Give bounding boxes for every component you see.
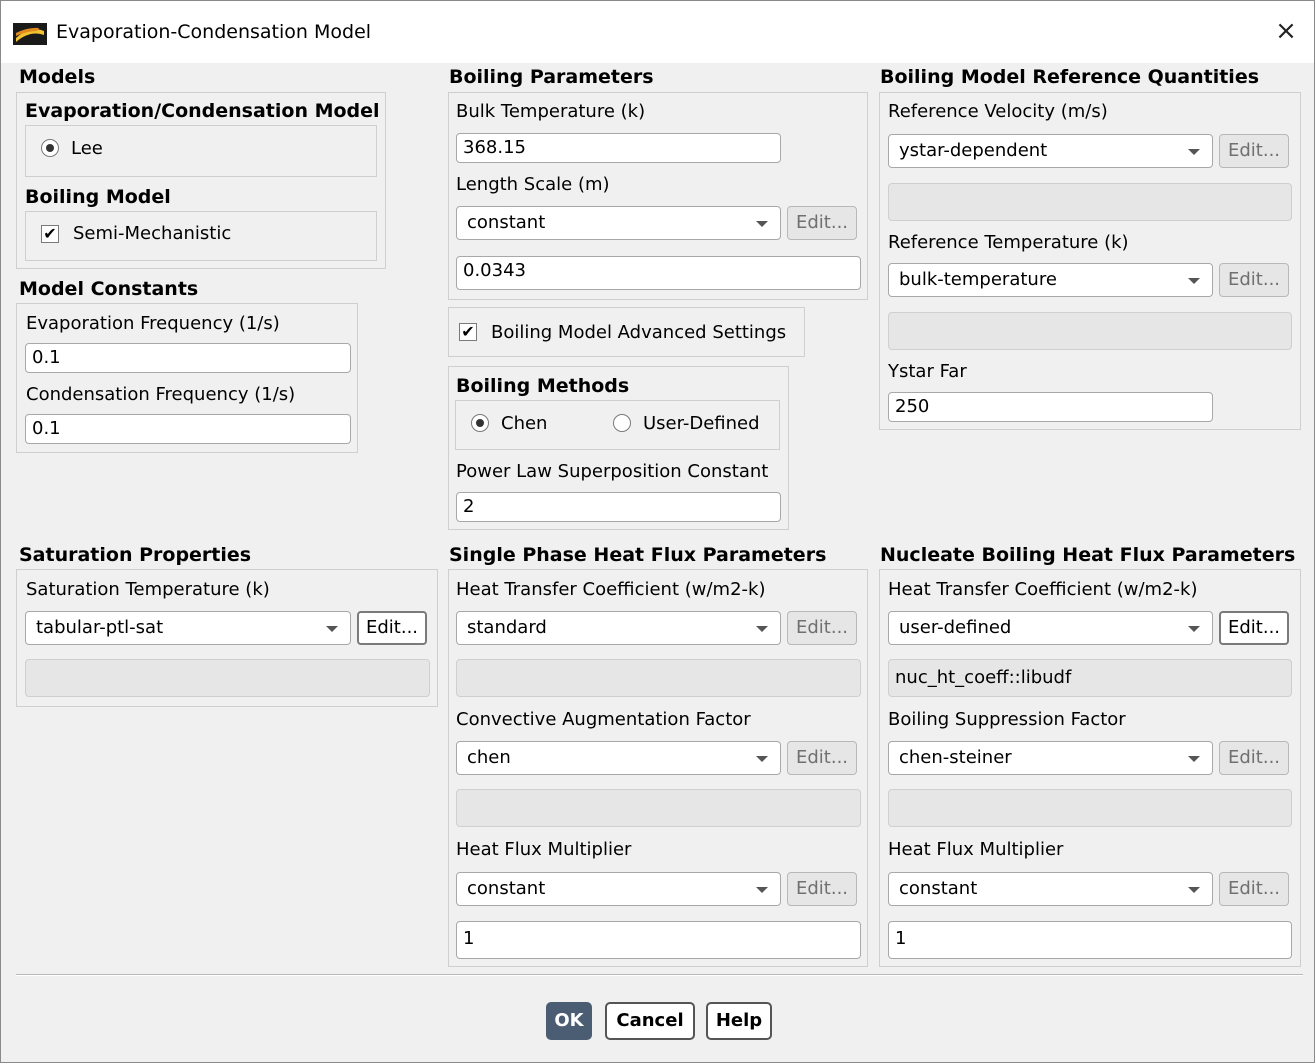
- ok-button[interactable]: OK: [546, 1002, 592, 1040]
- help-button[interactable]: Help: [706, 1002, 772, 1040]
- caf-field: [456, 789, 861, 827]
- sp-htc-dropdown[interactable]: standard: [456, 611, 781, 645]
- user-defined-label: User-Defined: [643, 413, 760, 434]
- nb-hfm-method: constant: [899, 878, 978, 899]
- app-logo-icon: [13, 23, 47, 45]
- sp-hfm-input[interactable]: 1: [456, 921, 861, 959]
- ref-temp-field: [888, 312, 1292, 350]
- chevron-down-icon: [756, 221, 768, 227]
- ref-temp-method: bulk-temperature: [899, 269, 1057, 290]
- boiling-params-title: Boiling Parameters: [449, 66, 654, 88]
- saturation-temp-value: tabular-ptl-sat: [36, 617, 164, 638]
- bsf-field: [888, 789, 1292, 827]
- bsf-edit-button: Edit...: [1219, 741, 1289, 775]
- sp-htc-label: Heat Transfer Coefficient (w/m2-k): [456, 579, 766, 600]
- chen-radio[interactable]: [471, 414, 489, 432]
- nb-htc-edit-button[interactable]: Edit...: [1219, 611, 1289, 645]
- length-scale-input[interactable]: 0.0343: [456, 256, 861, 290]
- chevron-down-icon: [326, 626, 338, 632]
- nb-hfm-edit-button: Edit...: [1219, 872, 1289, 906]
- ref-velocity-edit-button: Edit...: [1219, 134, 1289, 168]
- length-scale-edit-button: Edit...: [787, 206, 857, 240]
- lee-radio[interactable]: [41, 139, 59, 157]
- sp-htc-method: standard: [467, 617, 547, 638]
- cancel-button[interactable]: Cancel: [605, 1002, 695, 1040]
- chevron-down-icon: [1188, 278, 1200, 284]
- semi-mechanistic-checkbox[interactable]: ✔: [41, 225, 59, 243]
- length-scale-label: Length Scale (m): [456, 174, 610, 195]
- reference-title: Boiling Model Reference Quantities: [880, 66, 1260, 88]
- chevron-down-icon: [1188, 626, 1200, 632]
- footer-separator: [16, 974, 1303, 976]
- dialog-window: Evaporation-Condensation Model × Models …: [0, 0, 1315, 1063]
- sp-hfm-label: Heat Flux Multiplier: [456, 839, 632, 860]
- sp-hfm-edit-button: Edit...: [787, 872, 857, 906]
- single-phase-title: Single Phase Heat Flux Parameters: [449, 544, 827, 566]
- cond-frequency-input[interactable]: 0.1: [25, 414, 351, 444]
- ref-temp-label: Reference Temperature (k): [888, 232, 1129, 253]
- models-title: Models: [19, 66, 96, 88]
- bulk-temp-input[interactable]: 368.15: [456, 133, 781, 163]
- power-law-label: Power Law Superposition Constant: [456, 461, 769, 482]
- saturation-temp-dropdown[interactable]: tabular-ptl-sat: [25, 611, 351, 645]
- bsf-label: Boiling Suppression Factor: [888, 709, 1126, 730]
- nb-htc-udf-field: nuc_ht_coeff::libudf: [888, 659, 1292, 697]
- nb-hfm-dropdown[interactable]: constant: [888, 872, 1213, 906]
- advanced-settings-label: Boiling Model Advanced Settings: [491, 322, 787, 343]
- evap-model-title: Evaporation/Condensation Model: [25, 100, 380, 122]
- nb-hfm-input[interactable]: 1: [888, 921, 1292, 959]
- caf-dropdown[interactable]: chen: [456, 741, 781, 775]
- chevron-down-icon: [1188, 149, 1200, 155]
- ystar-far-input[interactable]: 250: [888, 392, 1213, 422]
- ref-temp-dropdown[interactable]: bulk-temperature: [888, 263, 1213, 297]
- close-icon[interactable]: ×: [1270, 15, 1302, 47]
- nb-htc-method: user-defined: [899, 617, 1012, 638]
- ref-velocity-dropdown[interactable]: ystar-dependent: [888, 134, 1213, 168]
- sp-hfm-dropdown[interactable]: constant: [456, 872, 781, 906]
- chen-label: Chen: [501, 413, 548, 434]
- sp-hfm-method: constant: [467, 878, 546, 899]
- saturation-udf-field: [25, 659, 430, 697]
- saturation-temp-label: Saturation Temperature (k): [26, 579, 270, 600]
- length-scale-dropdown[interactable]: constant: [456, 206, 781, 240]
- ref-velocity-method: ystar-dependent: [899, 140, 1048, 161]
- evap-frequency-input[interactable]: 0.1: [25, 343, 351, 373]
- advanced-settings-checkbox[interactable]: ✔: [459, 323, 477, 341]
- sp-htc-field: [456, 659, 861, 697]
- user-defined-radio[interactable]: [613, 414, 631, 432]
- nb-htc-dropdown[interactable]: user-defined: [888, 611, 1213, 645]
- boiling-model-title: Boiling Model: [25, 186, 171, 208]
- cond-frequency-label: Condensation Frequency (1/s): [26, 384, 296, 405]
- chevron-down-icon: [756, 626, 768, 632]
- saturation-title: Saturation Properties: [19, 544, 252, 566]
- ref-velocity-label: Reference Velocity (m/s): [888, 101, 1108, 122]
- ref-temp-edit-button: Edit...: [1219, 263, 1289, 297]
- bsf-method: chen-steiner: [899, 747, 1012, 768]
- saturation-edit-button[interactable]: Edit...: [357, 611, 427, 645]
- chevron-down-icon: [1188, 887, 1200, 893]
- evap-frequency-label: Evaporation Frequency (1/s): [26, 313, 280, 334]
- power-law-input[interactable]: 2: [456, 492, 781, 522]
- caf-label: Convective Augmentation Factor: [456, 709, 751, 730]
- sp-htc-edit-button: Edit...: [787, 611, 857, 645]
- ystar-far-label: Ystar Far: [888, 361, 967, 382]
- chevron-down-icon: [756, 756, 768, 762]
- length-scale-method: constant: [467, 212, 546, 233]
- nb-htc-label: Heat Transfer Coefficient (w/m2-k): [888, 579, 1198, 600]
- model-constants-title: Model Constants: [19, 278, 199, 300]
- chevron-down-icon: [756, 887, 768, 893]
- nb-hfm-label: Heat Flux Multiplier: [888, 839, 1064, 860]
- caf-edit-button: Edit...: [787, 741, 857, 775]
- bsf-dropdown[interactable]: chen-steiner: [888, 741, 1213, 775]
- nucleate-title: Nucleate Boiling Heat Flux Parameters: [880, 544, 1296, 566]
- bulk-temp-label: Bulk Temperature (k): [456, 101, 646, 122]
- lee-label: Lee: [71, 138, 103, 159]
- semi-mechanistic-label: Semi-Mechanistic: [73, 223, 232, 244]
- title-bar: Evaporation-Condensation Model ×: [1, 1, 1314, 63]
- ref-velocity-field: [888, 183, 1292, 221]
- window-title: Evaporation-Condensation Model: [56, 21, 372, 43]
- chevron-down-icon: [1188, 756, 1200, 762]
- caf-method: chen: [467, 747, 511, 768]
